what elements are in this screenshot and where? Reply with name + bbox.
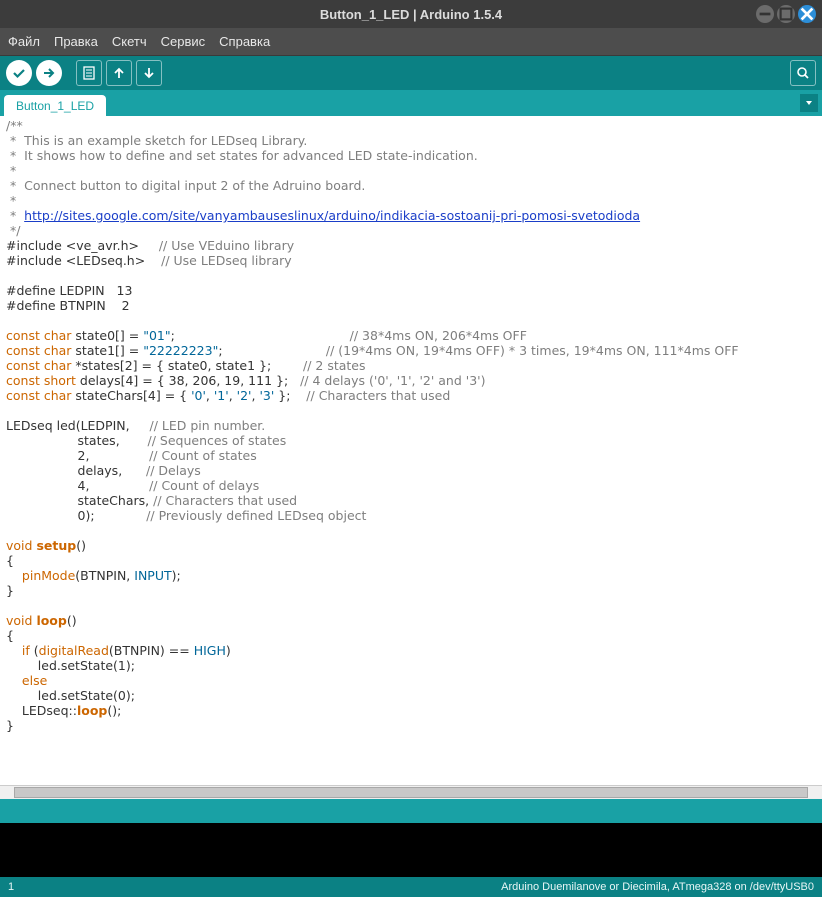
close-icon [798, 5, 816, 23]
new-button[interactable] [76, 60, 102, 86]
toolbar [0, 56, 822, 90]
menu-service[interactable]: Сервис [161, 34, 206, 49]
code-editor[interactable]: /** * This is an example sketch for LEDs… [0, 116, 822, 785]
horizontal-scrollbar[interactable] [0, 785, 822, 799]
tab-menu-button[interactable] [800, 94, 818, 112]
serial-monitor-button[interactable] [790, 60, 816, 86]
doc-link[interactable]: http://sites.google.com/site/vanyambause… [24, 208, 640, 223]
titlebar: Button_1_LED | Arduino 1.5.4 [0, 0, 822, 28]
check-icon [11, 65, 27, 81]
maximize-button[interactable] [777, 5, 795, 23]
menu-help[interactable]: Справка [219, 34, 270, 49]
close-button[interactable] [798, 5, 816, 23]
save-button[interactable] [136, 60, 162, 86]
serial-icon [795, 65, 811, 81]
arrow-down-icon [141, 65, 157, 81]
chevron-down-icon [804, 98, 814, 108]
console[interactable] [0, 823, 822, 877]
window-controls [756, 5, 816, 23]
upload-button[interactable] [36, 60, 62, 86]
editor-pane: /** * This is an example sketch for LEDs… [0, 116, 822, 799]
menu-edit[interactable]: Правка [54, 34, 98, 49]
verify-button[interactable] [6, 60, 32, 86]
arrow-right-icon [41, 65, 57, 81]
menubar: Файл Правка Скетч Сервис Справка [0, 28, 822, 56]
menu-file[interactable]: Файл [8, 34, 40, 49]
status-bar [0, 799, 822, 823]
scrollbar-thumb[interactable] [14, 787, 808, 798]
tab-strip: Button_1_LED [0, 90, 822, 116]
footer: 1 Arduino Duemilanove or Diecimila, ATme… [0, 877, 822, 897]
line-number: 1 [8, 881, 14, 893]
window-title: Button_1_LED | Arduino 1.5.4 [320, 7, 502, 22]
minimize-icon [756, 5, 774, 23]
arrow-up-icon [111, 65, 127, 81]
file-icon [81, 65, 97, 81]
open-button[interactable] [106, 60, 132, 86]
board-info: Arduino Duemilanove or Diecimila, ATmega… [501, 881, 814, 893]
menu-sketch[interactable]: Скетч [112, 34, 147, 49]
maximize-icon [777, 5, 795, 23]
minimize-button[interactable] [756, 5, 774, 23]
tab-sketch[interactable]: Button_1_LED [4, 95, 106, 116]
